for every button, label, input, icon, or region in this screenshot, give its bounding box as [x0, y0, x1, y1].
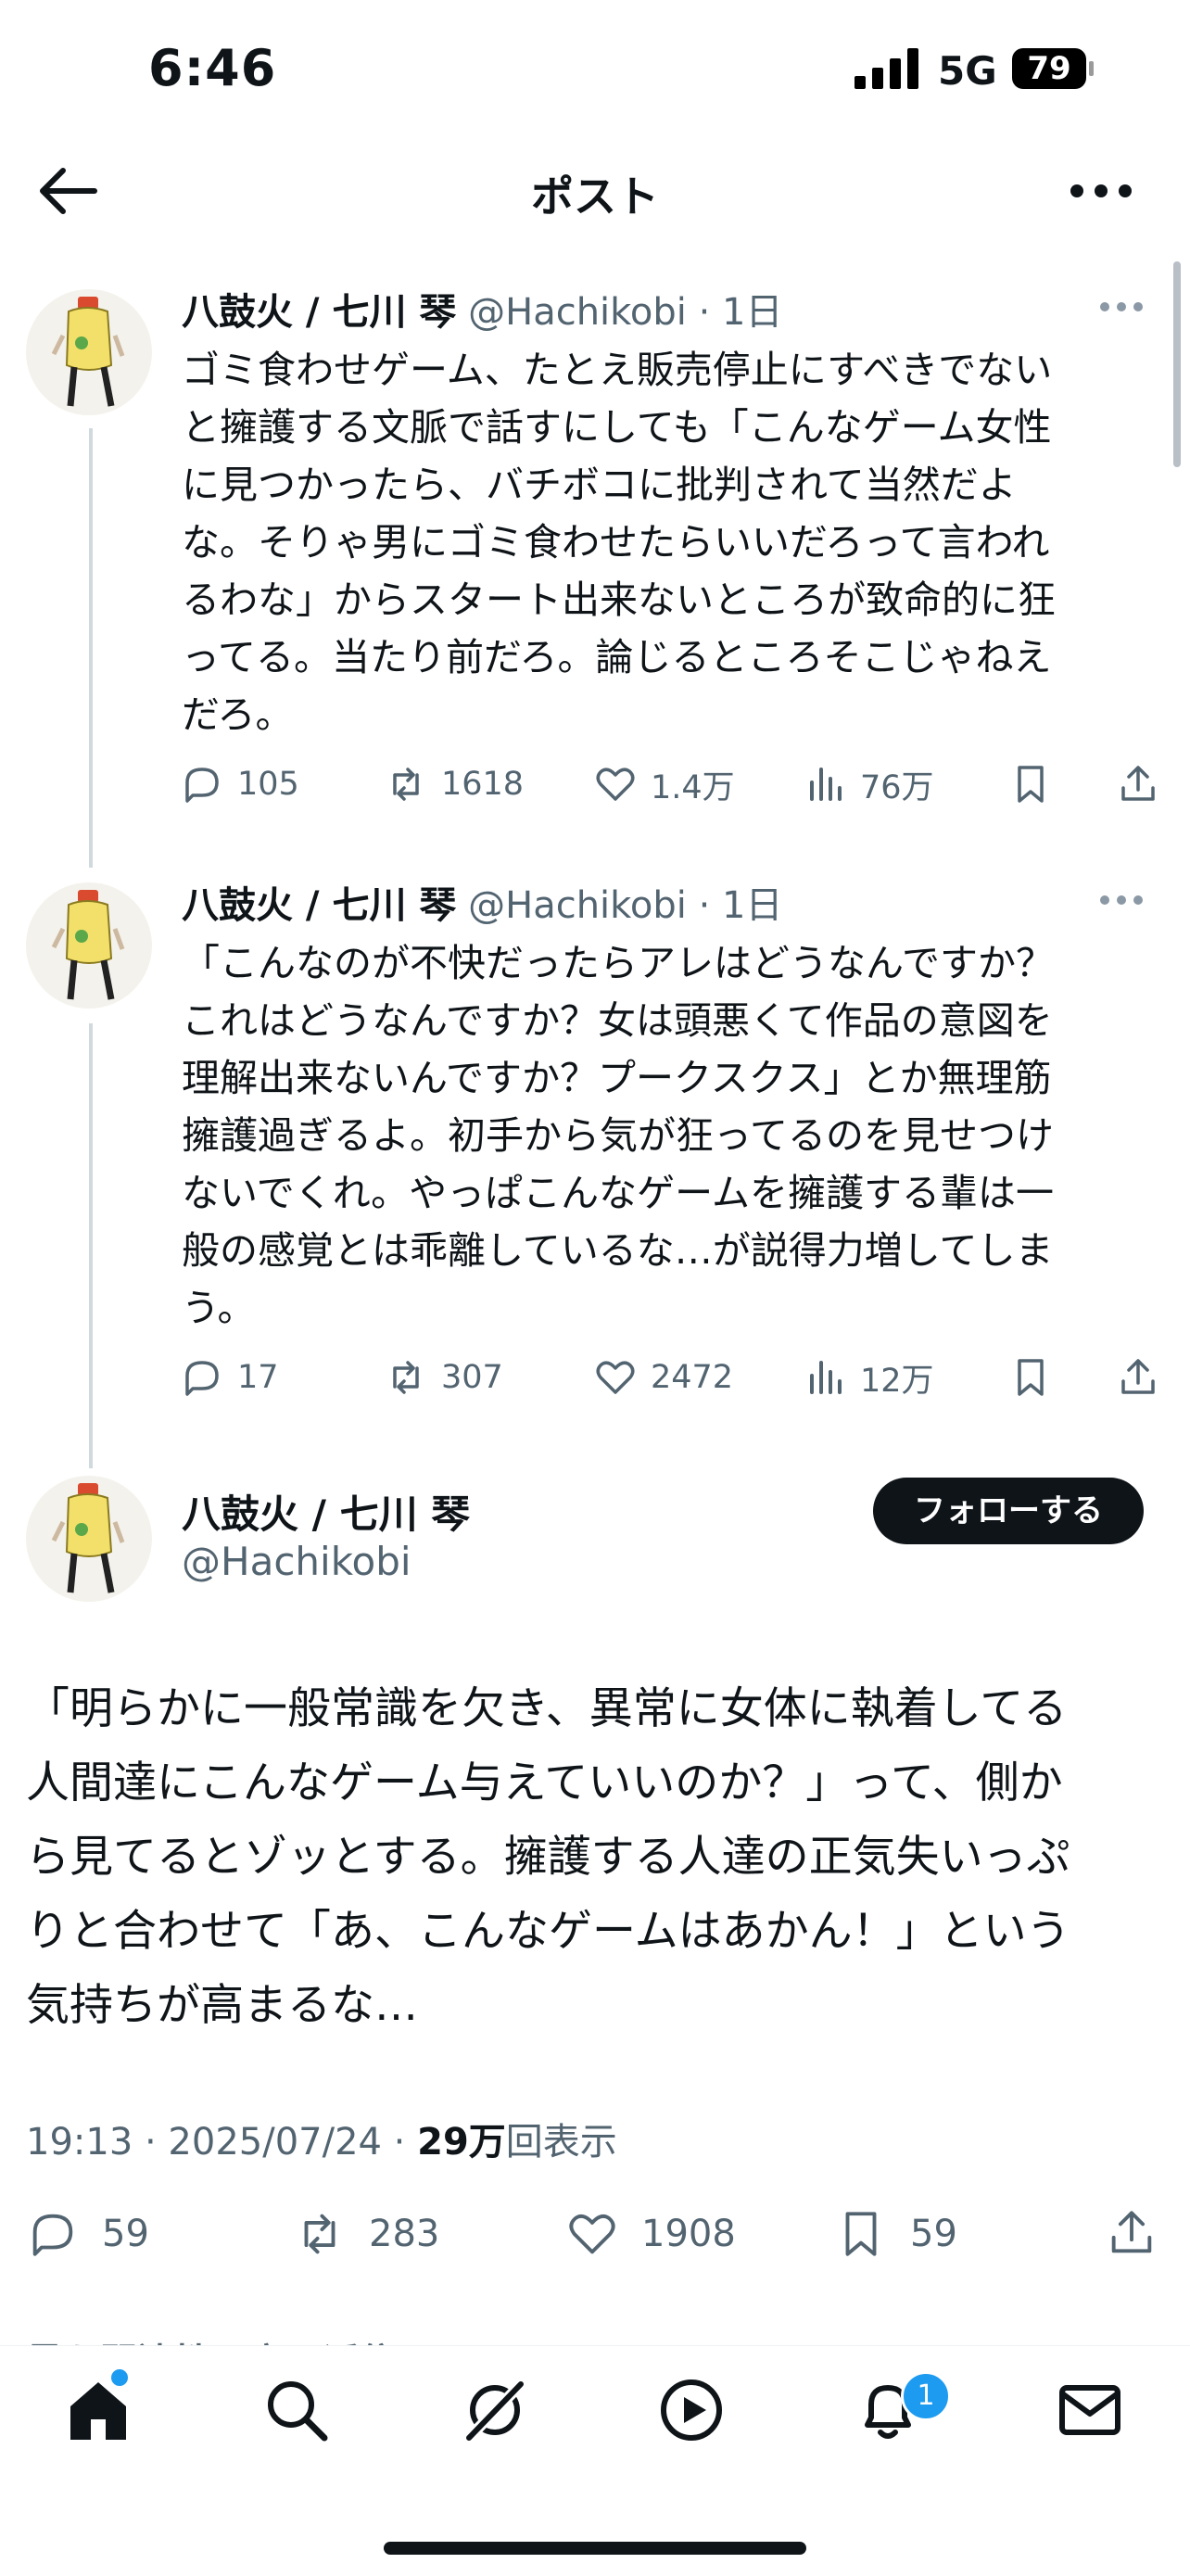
share-icon[interactable] [1105, 2206, 1158, 2260]
battery-level: 79 [1027, 50, 1071, 87]
grok-icon [461, 2376, 529, 2446]
tweet-time: 1日 [722, 291, 783, 334]
repost-button[interactable]: 283 [293, 2204, 439, 2264]
tweet-timestamp[interactable]: 19:13 · 2025/07/24 · [26, 2121, 417, 2164]
reply-count: 17 [237, 1359, 279, 1396]
bookmark-icon [845, 2212, 877, 2256]
author-handle: @Hachikobi [468, 884, 687, 927]
reply-icon [32, 2214, 73, 2256]
analytics-icon [810, 768, 842, 801]
tweet-meta: 19:13 · 2025/07/24 · 29万回表示 [26, 2112, 617, 2165]
repost-button[interactable]: 307 [384, 1351, 503, 1403]
like-button[interactable]: 2472 [593, 1351, 733, 1403]
messages-icon [1059, 2385, 1120, 2435]
author-handle: @Hachikobi [468, 291, 687, 334]
tab-home[interactable] [63, 2375, 133, 2445]
like-count: 1.4万 [651, 768, 735, 806]
analytics-icon [810, 1361, 842, 1394]
avatar-illustration-icon [51, 297, 125, 407]
battery-icon: 79 [1012, 48, 1094, 89]
bookmark-button[interactable]: 59 [834, 2204, 957, 2264]
reply-icon [185, 768, 219, 803]
author-handle[interactable]: @Hachikobi [182, 1539, 411, 1584]
tweet-text: 「こんなのが不快だったらアレはどうなんですか？ これはどうなんですか？女は頭悪く… [182, 941, 1054, 1330]
views-button[interactable]: 76万 [803, 758, 934, 810]
cellular-signal-icon [855, 48, 918, 89]
tab-search[interactable] [261, 2375, 332, 2445]
repost-count: 283 [369, 2213, 440, 2255]
like-button[interactable]: 1.4万 [593, 758, 735, 810]
separator-dot: · [686, 884, 723, 927]
repost-icon [393, 768, 419, 801]
bookmark-icon[interactable] [1008, 1355, 1053, 1400]
repost-icon [304, 2214, 335, 2254]
network-type: 5G [938, 48, 997, 94]
reply-count: 59 [102, 2213, 149, 2255]
thread-connector [89, 1023, 93, 1468]
more-horizontal-icon[interactable] [1070, 182, 1133, 200]
avatar[interactable] [26, 882, 152, 1009]
bookmark-count: 59 [910, 2213, 957, 2255]
avatar-illustration-icon [51, 1483, 125, 1593]
reply-button[interactable]: 105 [180, 758, 299, 810]
reply-button[interactable]: 17 [180, 1351, 279, 1403]
heart-icon [596, 1361, 635, 1394]
home-indicator[interactable] [384, 2542, 806, 2555]
reply-count: 105 [237, 766, 299, 803]
tweet-author-line[interactable]: 八鼓火 / 七川 琴 @Hachikobi · 1日 [182, 282, 782, 334]
tab-video[interactable] [656, 2375, 727, 2445]
page-title: ポスト [531, 171, 659, 222]
tab-messages[interactable] [1055, 2375, 1125, 2445]
status-time: 6:46 [148, 39, 277, 97]
tweet-author-line[interactable]: 八鼓火 / 七川 琴 @Hachikobi · 1日 [182, 875, 782, 927]
author-name: 八鼓火 / 七川 琴 [182, 884, 457, 927]
tweet-text: ゴミ食わせゲーム、たとえ販売停止にすべきでない と擁護する文脈で話すにしても「こ… [182, 348, 1056, 737]
avatar-illustration-icon [51, 890, 125, 1000]
heart-icon [596, 768, 635, 801]
tweet-time: 1日 [722, 884, 783, 927]
views-button[interactable]: 12万 [803, 1351, 934, 1403]
more-horizontal-icon[interactable] [1099, 300, 1144, 313]
views-count: 12万 [860, 1362, 934, 1400]
tweet-text: 「明らかに一般常識を欠き、異常に女体に執着してる 人間達にこんなゲーム与えていい… [26, 1683, 1070, 2031]
like-count: 1908 [641, 2213, 736, 2255]
views-label: 回表示 [505, 2121, 617, 2164]
bookmark-icon[interactable] [1008, 762, 1053, 806]
views-count: 29万 [417, 2121, 506, 2164]
reply-icon [185, 1361, 219, 1396]
reply-button[interactable]: 59 [26, 2204, 149, 2264]
separator-dot: · [686, 291, 723, 334]
share-icon[interactable] [1116, 762, 1160, 806]
home-icon [70, 2382, 126, 2440]
views-count: 76万 [860, 768, 934, 806]
search-icon [268, 2381, 328, 2442]
repost-button[interactable]: 1618 [384, 758, 524, 810]
tab-grok[interactable] [460, 2375, 530, 2446]
thread-connector [89, 428, 93, 868]
like-button[interactable]: 1908 [565, 2204, 736, 2264]
like-count: 2472 [651, 1359, 734, 1396]
avatar[interactable] [26, 289, 152, 415]
video-icon [661, 2379, 722, 2441]
repost-icon [393, 1361, 419, 1394]
repost-count: 307 [441, 1359, 503, 1396]
scroll-indicator [1173, 261, 1181, 467]
notification-badge: 1 [901, 2371, 951, 2421]
author-name[interactable]: 八鼓火 / 七川 琴 [182, 1483, 470, 1540]
avatar[interactable] [26, 1476, 152, 1602]
home-unread-dot [111, 2369, 128, 2386]
heart-icon [569, 2214, 615, 2254]
repost-count: 1618 [441, 766, 525, 803]
author-name: 八鼓火 / 七川 琴 [182, 291, 457, 334]
more-horizontal-icon[interactable] [1099, 894, 1144, 907]
follow-button[interactable]: フォローする [873, 1478, 1144, 1544]
share-icon[interactable] [1116, 1355, 1160, 1400]
